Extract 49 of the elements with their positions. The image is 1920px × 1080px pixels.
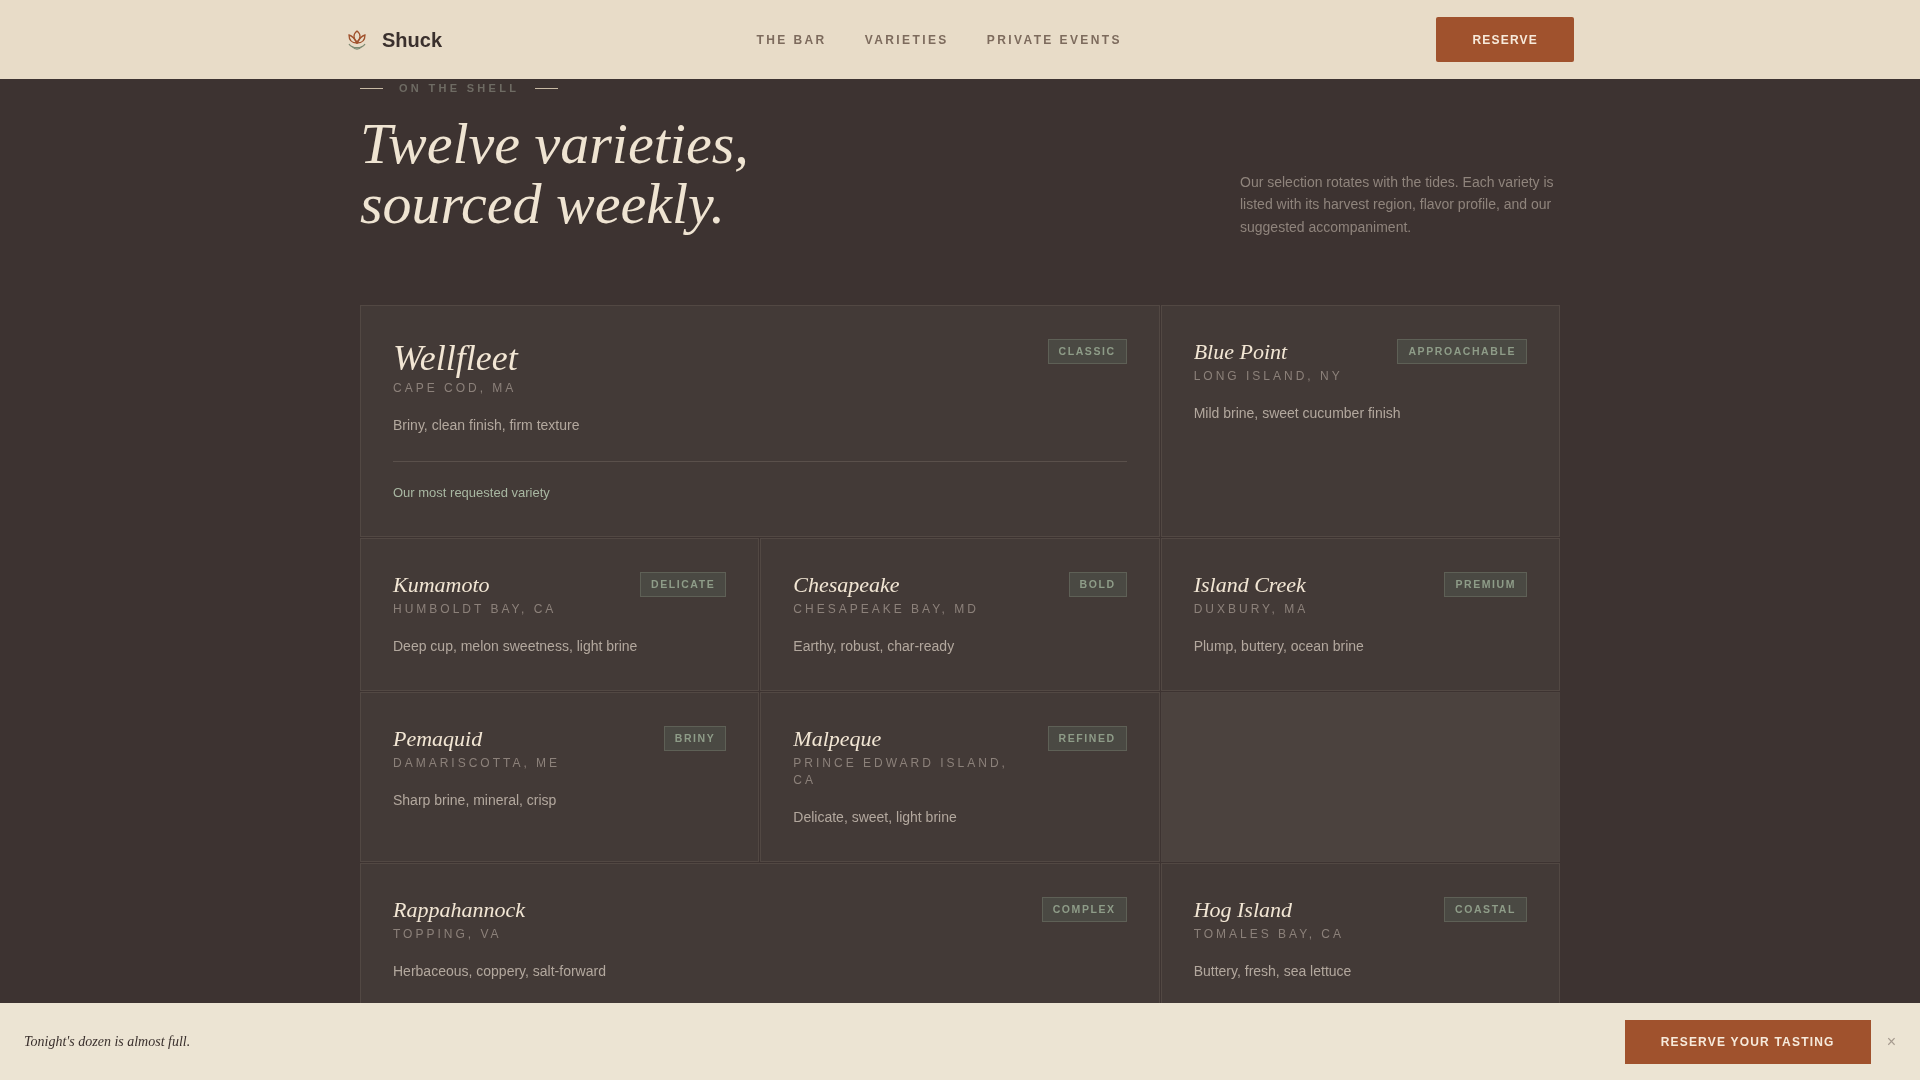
variety-name: Chesapeake bbox=[793, 571, 901, 599]
flavor-notes: Herbaceous, coppery, salt-forward bbox=[393, 962, 607, 981]
variety-name: Wellfleet bbox=[393, 338, 518, 378]
section-eyebrow: ON THE SHELL bbox=[399, 81, 520, 95]
nav-link[interactable]: THE BAR bbox=[756, 31, 827, 48]
variety-name: Island Creek bbox=[1193, 571, 1307, 599]
page-heading: Twelve varieties, sourced weekly. bbox=[360, 114, 749, 234]
variety-tag: APPROACHABLE bbox=[1397, 339, 1527, 364]
variety-name: Kumamoto bbox=[393, 571, 491, 599]
variety-region: DAMARISCOTTA, ME bbox=[393, 755, 561, 772]
intro-text: Our selection rotates with the tides. Each variety is listed with its harvest region, flavor profile, and our suggested accompaniment. bbox=[1240, 172, 1555, 237]
flavor-notes: Plump, buttery, ocean brine bbox=[1193, 637, 1365, 656]
variety-region: PRINCE EDWARD ISLAND, CA bbox=[793, 755, 1009, 789]
flavor-notes: Buttery, fresh, sea lettuce bbox=[1193, 962, 1353, 981]
variety-name: Hog Island bbox=[1193, 896, 1294, 924]
variety-region: CHESAPEAKE BAY, MD bbox=[793, 601, 979, 618]
brand-name: Shuck bbox=[382, 27, 443, 52]
nav-link[interactable]: VARIETIES bbox=[864, 31, 949, 48]
variety-region: CAPE COD, MA bbox=[393, 380, 518, 397]
variety-name: Blue Point bbox=[1193, 338, 1289, 366]
variety-name: Pemaquid bbox=[393, 725, 484, 753]
flavor-notes: Sharp brine, mineral, crisp bbox=[393, 791, 558, 810]
nav-link[interactable]: PRIVATE EVENTS bbox=[986, 31, 1122, 48]
flavor-notes: Mild brine, sweet cucumber finish bbox=[1193, 404, 1402, 423]
variety-tag: PREMIUM bbox=[1444, 572, 1527, 597]
variety-tag: BOLD bbox=[1068, 572, 1127, 597]
variety-region: DUXBURY, MA bbox=[1193, 601, 1309, 618]
flavor-notes: Briny, clean finish, firm texture bbox=[393, 416, 581, 435]
flavor-notes: Earthy, robust, char-ready bbox=[793, 637, 956, 656]
variety-tag: REFINED bbox=[1047, 726, 1127, 751]
banner-message: Tonight's dozen is almost full. bbox=[24, 1033, 191, 1051]
variety-region: TOPPING, VA bbox=[393, 926, 503, 943]
highlight-note: Our most requested variety bbox=[393, 484, 551, 502]
variety-name: Rappahannock bbox=[393, 896, 525, 924]
flavor-notes: Deep cup, melon sweetness, light brine bbox=[393, 637, 639, 656]
variety-tag: BRINY bbox=[663, 726, 727, 751]
variety-name: Malpeque bbox=[793, 725, 883, 753]
reserve-button[interactable]: RESERVE bbox=[1436, 17, 1574, 62]
lotus-icon bbox=[346, 28, 368, 51]
variety-region: LONG ISLAND, NY bbox=[1193, 368, 1343, 385]
variety-tag: DELICATE bbox=[640, 572, 727, 597]
variety-region: TOMALES BAY, CA bbox=[1193, 926, 1345, 943]
variety-region: HUMBOLDT BAY, CA bbox=[393, 601, 557, 618]
variety-tag: COMPLEX bbox=[1041, 897, 1127, 922]
variety-tag: COASTAL bbox=[1444, 897, 1527, 922]
variety-tag: CLASSIC bbox=[1047, 339, 1127, 364]
close-button[interactable]: × bbox=[1886, 1033, 1896, 1050]
reserve-tasting-button[interactable]: RESERVE YOUR TASTING bbox=[1624, 1019, 1871, 1064]
flavor-notes: Delicate, sweet, light brine bbox=[793, 808, 958, 827]
